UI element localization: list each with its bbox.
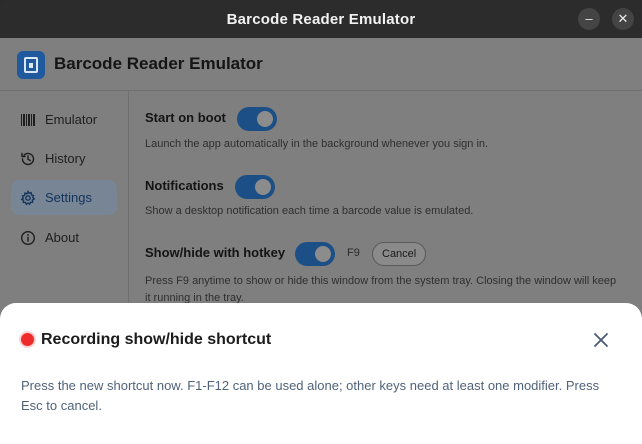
app-header: Barcode Reader Emulator: [0, 38, 642, 91]
recording-indicator-icon: [21, 333, 34, 346]
sidebar-item-label: History: [45, 151, 86, 166]
sidebar-item-emulator[interactable]: Emulator: [11, 102, 117, 137]
setting-description: Press F9 anytime to show or hide this wi…: [145, 275, 617, 304]
setting-label: Start on boot: [145, 110, 226, 125]
app-title: Barcode Reader Emulator: [54, 54, 263, 73]
barcode-icon: [21, 114, 35, 126]
sidebar-item-label: About: [45, 230, 79, 245]
hotkey-cancel-button[interactable]: Cancel: [372, 242, 427, 266]
setting-description: Launch the app automatically in the back…: [145, 138, 489, 150]
window-close-button[interactable]: ✕: [612, 8, 634, 30]
sidebar-item-label: Emulator: [45, 112, 98, 127]
barcode-scanner-icon: [17, 51, 45, 79]
sidebar-item-label: Settings: [45, 190, 92, 205]
dialog-title: Recording show/hide shortcut: [41, 331, 272, 348]
notifications-toggle[interactable]: [235, 175, 275, 199]
gear-icon: [20, 190, 36, 206]
dialog-message: Press the new shortcut now. F1-F12 can b…: [21, 378, 600, 413]
hotkey-value: F9: [347, 247, 360, 259]
sidebar-item-about[interactable]: About: [11, 220, 117, 255]
setting-description: Show a desktop notification each time a …: [145, 205, 474, 217]
close-icon[interactable]: [590, 329, 612, 351]
setting-label: Show/hide with hotkey: [145, 245, 286, 260]
window-titlebar: Barcode Reader Emulator – ✕: [0, 0, 642, 38]
sidebar-item-settings[interactable]: Settings: [11, 180, 117, 215]
hotkey-toggle[interactable]: [295, 242, 335, 266]
shortcut-recording-dialog: [0, 303, 642, 444]
history-icon: [21, 152, 35, 166]
window-title: Barcode Reader Emulator: [226, 11, 416, 28]
info-icon: [20, 230, 36, 246]
minimize-button[interactable]: –: [578, 8, 600, 30]
start-on-boot-toggle[interactable]: [237, 107, 277, 131]
setting-label: Notifications: [145, 178, 224, 193]
sidebar-item-history[interactable]: History: [11, 141, 117, 176]
